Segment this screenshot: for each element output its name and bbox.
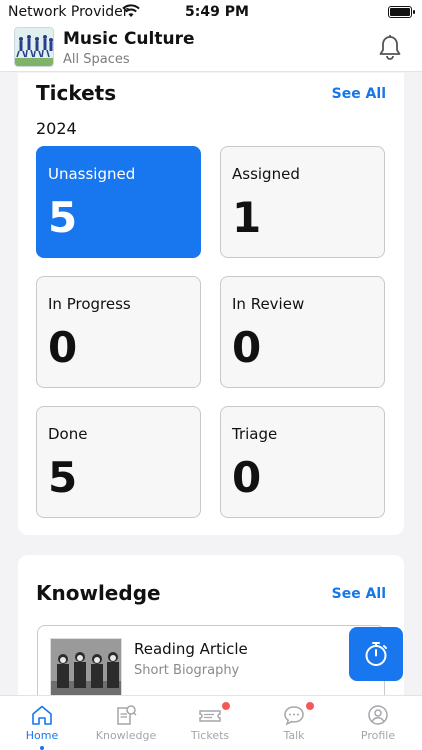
tab-label: Profile [360,729,396,742]
knowledge-card: Knowledge See All Reading Article Short … [18,555,404,695]
status-bar: Network Provider 5:49 PM [0,0,422,24]
tile-count: 5 [48,453,78,502]
tile-label: In Progress [48,295,131,313]
tile-count: 0 [232,323,262,372]
tab-label: Knowledge [95,729,157,742]
ticket-icon [199,710,221,722]
tile-label: In Review [232,295,305,313]
tab-knowledge[interactable]: Knowledge [84,696,168,750]
battery-icon [388,6,415,18]
knowledge-title: Knowledge [36,581,161,605]
bell-icon[interactable] [376,34,404,62]
app-header: Music Culture All Spaces [0,24,422,72]
tab-profile[interactable]: Profile [336,696,420,750]
tile-triage[interactable]: Triage 0 [220,406,385,518]
tile-label: Done [48,425,88,443]
active-tab-indicator [40,746,44,750]
tile-count: 1 [232,193,262,242]
tile-label: Assigned [232,165,300,183]
tab-home[interactable]: Home [0,696,84,750]
tickets-title: Tickets [36,81,117,105]
tickets-card: Tickets See All 2024 Unassigned 5 Assign… [18,73,404,535]
tab-talk[interactable]: Talk [252,696,336,750]
tile-in-progress[interactable]: In Progress 0 [36,276,201,388]
space-logo[interactable] [14,27,54,67]
chat-icon [284,706,304,726]
home-scroll-area[interactable]: Tickets See All 2024 Unassigned 5 Assign… [0,73,422,695]
tile-label: Unassigned [48,165,136,183]
article-thumbnail [50,638,122,695]
article-subtitle: Short Biography [134,663,240,678]
tile-in-review[interactable]: In Review 0 [220,276,385,388]
tickets-year: 2024 [36,119,77,138]
tile-unassigned[interactable]: Unassigned 5 [36,146,201,258]
wifi-icon [122,4,140,17]
knowledge-article-card[interactable]: Reading Article Short Biography [37,625,385,695]
stopwatch-icon [365,642,387,666]
tile-count: 5 [48,193,78,242]
knowledge-see-all-link[interactable]: See All [332,586,386,602]
space-subtitle[interactable]: All Spaces [63,52,130,67]
bottom-tab-bar: Home Knowledge Tickets Talk Profile [0,695,422,750]
space-title: Music Culture [63,29,195,49]
tile-label: Triage [232,425,278,443]
article-title: Reading Article [134,640,248,658]
tile-assigned[interactable]: Assigned 1 [220,146,385,258]
knowledge-icon [117,705,137,725]
tile-done[interactable]: Done 5 [36,406,201,518]
notification-dot [222,702,230,710]
carrier-name: Network Provider [8,4,129,20]
tab-label: Home [25,729,59,742]
profile-icon [368,705,388,725]
tile-count: 0 [232,453,262,502]
tile-count: 0 [48,323,78,372]
clock: 5:49 PM [185,4,249,20]
tickets-see-all-link[interactable]: See All [332,86,386,102]
tab-label: Talk [283,729,305,742]
timer-button[interactable] [349,627,403,681]
notification-dot [306,702,314,710]
dancers-image [15,28,53,66]
tab-label: Tickets [190,729,230,742]
tab-tickets[interactable]: Tickets [168,696,252,750]
home-icon [32,705,52,725]
